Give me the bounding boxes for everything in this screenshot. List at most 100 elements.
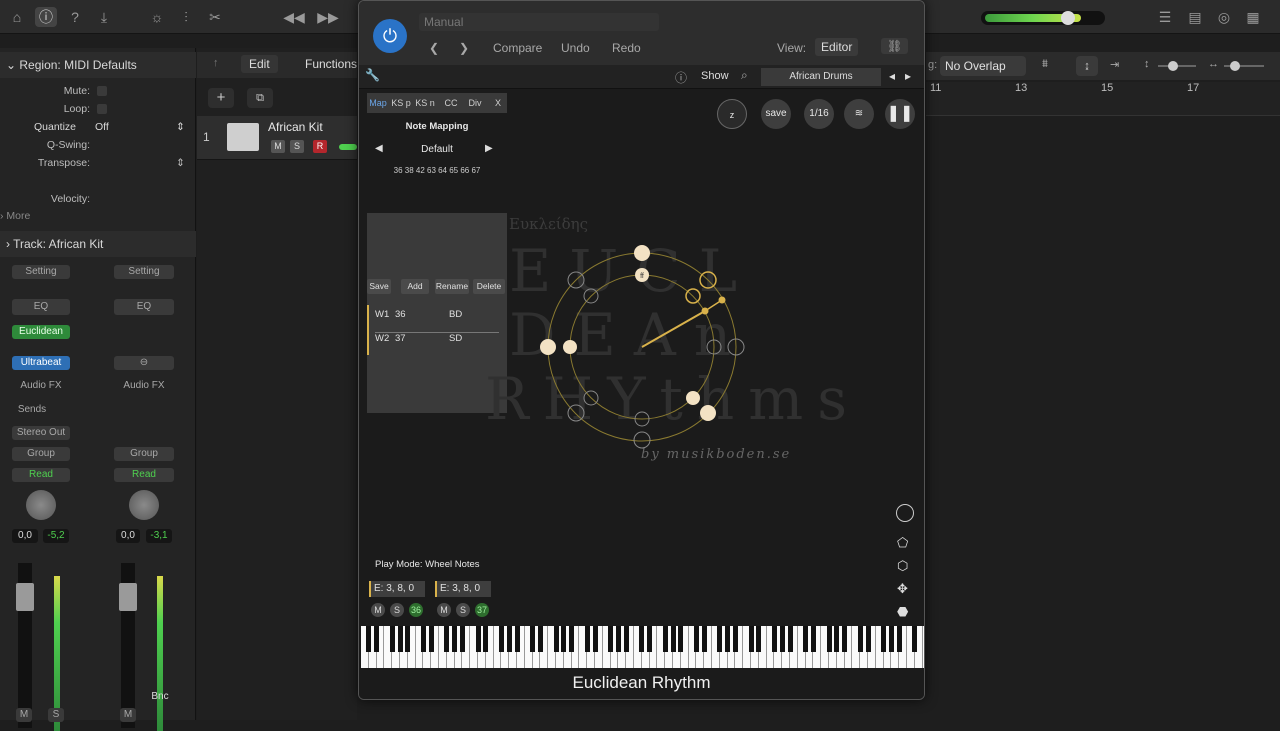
info-icon[interactable]: ⓘ [35, 7, 57, 27]
sends-slot[interactable]: Sends [12, 403, 52, 417]
tab-ks-n[interactable]: KS n [413, 96, 437, 110]
link-icon[interactable]: ⊖ [114, 356, 174, 370]
black-key[interactable] [444, 626, 450, 652]
black-key[interactable] [592, 626, 598, 652]
mute-checkbox[interactable] [97, 86, 107, 96]
bounce-button[interactable]: Bnc [148, 690, 172, 704]
black-key[interactable] [459, 626, 465, 652]
black-key[interactable] [537, 626, 543, 652]
power-icon[interactable]: ⏻ [373, 19, 407, 53]
region-header[interactable]: ⌄ Region: MIDI Defaults [0, 52, 196, 78]
scissors-icon[interactable]: ✂ [204, 7, 226, 27]
pattern-icon[interactable]: ≋ [844, 99, 874, 129]
euclid-params-1[interactable]: E: 3, 8, 0 [369, 581, 425, 597]
library-icon[interactable]: ⌂ [6, 7, 28, 27]
eq-button[interactable]: EQ [114, 299, 174, 315]
piano-keyboard[interactable] [361, 626, 924, 668]
play-mode-label[interactable]: Play Mode: Wheel Notes [375, 559, 480, 570]
close-tab-icon[interactable]: X [491, 96, 505, 110]
black-key[interactable] [717, 626, 723, 652]
automation-mode[interactable]: Read [114, 468, 174, 482]
edit-menu[interactable]: Edit [241, 55, 278, 73]
black-key[interactable] [530, 626, 536, 652]
black-key[interactable] [888, 626, 894, 652]
division-button[interactable]: 1/16 [804, 99, 834, 129]
shape-icon[interactable]: ⬣ [897, 604, 908, 620]
save-mapping-button[interactable]: Save [367, 279, 391, 294]
previous-kit-icon[interactable]: ◂ [889, 69, 895, 83]
eq-button[interactable]: EQ [12, 299, 70, 315]
black-key[interactable] [881, 626, 887, 652]
black-key[interactable] [701, 626, 707, 652]
black-key[interactable] [779, 626, 785, 652]
black-key[interactable] [397, 626, 403, 652]
black-key[interactable] [912, 626, 918, 652]
brightness-icon[interactable]: ☼ [146, 7, 168, 27]
black-key[interactable] [389, 626, 395, 652]
master-volume-slider[interactable] [981, 11, 1105, 25]
list-icon[interactable]: ☰ [1154, 7, 1176, 27]
compare-button[interactable]: Compare [493, 41, 542, 55]
black-key[interactable] [803, 626, 809, 652]
volume-fader[interactable] [16, 563, 34, 728]
black-key[interactable] [842, 626, 848, 652]
list-item[interactable]: W2 37 SD [375, 333, 499, 357]
black-key[interactable] [623, 626, 629, 652]
black-key[interactable] [826, 626, 832, 652]
black-key[interactable] [553, 626, 559, 652]
functions-menu[interactable]: Functions [305, 57, 357, 71]
black-key[interactable] [374, 626, 380, 652]
track-volume-slider[interactable] [339, 144, 357, 150]
search-icon[interactable]: ⌕ [741, 68, 748, 83]
next-preset-icon[interactable]: ❯ [459, 41, 469, 55]
info-icon[interactable]: ⓘ [675, 69, 687, 86]
rename-mapping-button[interactable]: Rename [435, 279, 469, 294]
fit-icon[interactable]: ⇥ [1110, 58, 1119, 71]
redo-button[interactable]: Redo [612, 41, 641, 55]
help-icon[interactable]: ? [64, 7, 86, 27]
black-key[interactable] [771, 626, 777, 652]
add-mapping-button[interactable]: Add [401, 279, 429, 294]
black-key[interactable] [670, 626, 676, 652]
black-key[interactable] [483, 626, 489, 652]
tab-map[interactable]: Map [367, 96, 389, 110]
black-key[interactable] [787, 626, 793, 652]
pentagon-icon[interactable]: ⬠ [897, 535, 908, 551]
wheel-mute-button[interactable]: M [437, 603, 451, 617]
black-key[interactable] [748, 626, 754, 652]
wheel-note-button[interactable]: 37 [475, 603, 489, 617]
move-icon[interactable]: ✥ [897, 581, 908, 597]
quantize-value[interactable]: Off [95, 118, 109, 136]
group-slot[interactable]: Group [12, 447, 70, 461]
more-disclosure[interactable]: More [6, 210, 30, 222]
notepad-icon[interactable]: ▤ [1184, 7, 1206, 27]
black-key[interactable] [428, 626, 434, 652]
hexagon-icon[interactable]: ⬡ [897, 558, 908, 574]
duplicate-icon[interactable]: ⧉ [247, 88, 273, 108]
vertical-zoom-icon[interactable]: ↨ [1076, 56, 1098, 76]
forward-button[interactable]: ▶▶ [316, 7, 340, 27]
black-key[interactable] [569, 626, 575, 652]
back-icon[interactable]: ↑ [213, 57, 219, 69]
black-key[interactable] [584, 626, 590, 652]
next-kit-icon[interactable]: ▸ [905, 69, 911, 83]
ruler[interactable]: 11 13 15 17 [926, 82, 1280, 116]
loop-browser-icon[interactable]: ◎ [1213, 7, 1235, 27]
black-key[interactable] [810, 626, 816, 652]
black-key[interactable] [420, 626, 426, 652]
z-button[interactable]: z [717, 99, 747, 129]
black-key[interactable] [865, 626, 871, 652]
volume-fader[interactable] [119, 563, 137, 728]
download-icon[interactable]: ⤓ [93, 7, 115, 27]
euclid-params-2[interactable]: E: 3, 8, 0 [435, 581, 491, 597]
automation-mode[interactable]: Read [12, 468, 70, 482]
black-key[interactable] [756, 626, 762, 652]
wheel-solo-button[interactable]: S [390, 603, 404, 617]
previous-preset-icon[interactable]: ❮ [429, 41, 439, 55]
vertical-zoom-slider[interactable] [1158, 61, 1196, 71]
record-enable-button[interactable]: R [313, 140, 327, 153]
chevron-updown-icon[interactable]: ⇕ [176, 154, 185, 172]
track-row[interactable]: 1 African Kit M S R [197, 116, 357, 160]
setting-button[interactable]: Setting [114, 265, 174, 279]
wheel-mute-button[interactable]: M [371, 603, 385, 617]
